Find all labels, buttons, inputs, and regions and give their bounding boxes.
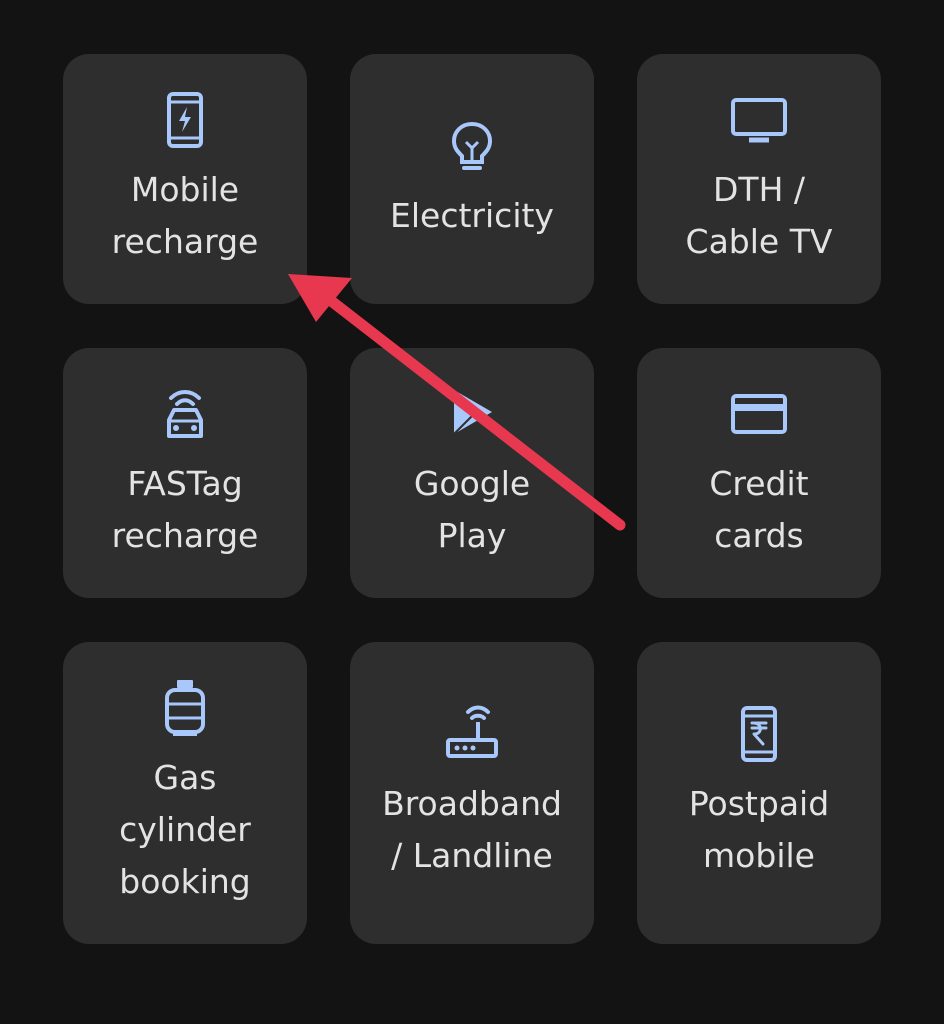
electricity-tile[interactable]: Electricity — [350, 54, 594, 304]
phone-rupee-icon — [729, 704, 789, 764]
postpaid-mobile-tile[interactable]: Postpaid mobile — [637, 642, 881, 944]
gas-cylinder-booking-label: Gas cylinder booking — [119, 758, 251, 901]
mobile-recharge-label: Mobile recharge — [111, 170, 259, 261]
lightbulb-icon — [442, 116, 502, 176]
google-play-icon — [442, 384, 502, 444]
google-play-tile[interactable]: Google Play — [350, 348, 594, 598]
credit-card-icon — [729, 384, 789, 444]
car-signal-icon — [155, 384, 215, 444]
credit-cards-label: Credit cards — [709, 464, 809, 555]
electricity-label: Electricity — [390, 196, 554, 235]
credit-cards-tile[interactable]: Credit cards — [637, 348, 881, 598]
gas-cylinder-booking-tile[interactable]: Gas cylinder booking — [63, 642, 307, 944]
bill-payment-grid: Mobile recharge Electricity DTH / Cable — [0, 0, 944, 1024]
fastag-recharge-tile[interactable]: FASTag recharge — [63, 348, 307, 598]
postpaid-mobile-label: Postpaid mobile — [688, 784, 830, 875]
gas-cylinder-icon — [155, 678, 215, 738]
broadband-landline-tile[interactable]: Broadband / Landline — [350, 642, 594, 944]
mobile-recharge-tile[interactable]: Mobile recharge — [63, 54, 307, 304]
router-icon — [442, 704, 502, 764]
phone-bolt-icon — [155, 90, 215, 150]
dth-cable-tv-tile[interactable]: DTH / Cable TV — [637, 54, 881, 304]
tv-icon — [729, 90, 789, 150]
fastag-recharge-label: FASTag recharge — [111, 464, 259, 555]
broadband-landline-label: Broadband / Landline — [382, 784, 562, 875]
dth-cable-tv-label: DTH / Cable TV — [685, 170, 833, 261]
google-play-label: Google Play — [413, 464, 531, 555]
